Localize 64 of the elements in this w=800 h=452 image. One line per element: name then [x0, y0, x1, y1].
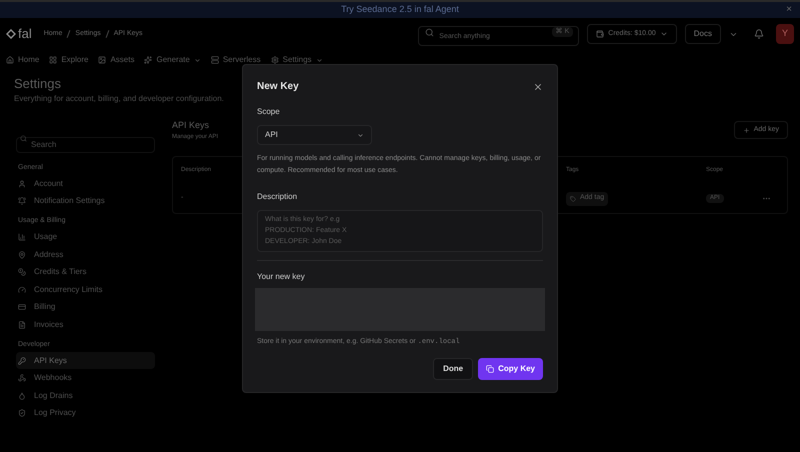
section-title: API Keys [172, 119, 210, 132]
done-button[interactable]: Done [433, 358, 474, 380]
sidebar-item[interactable]: Webhooks [16, 369, 155, 387]
page-subtitle: Everything for account, billing, and developer configuration. [14, 93, 224, 105]
sidebar-item[interactable]: Credits & Tiers [16, 263, 155, 281]
close-icon[interactable] [533, 82, 543, 92]
sidebar-item[interactable]: Usage [16, 228, 155, 246]
webhook-icon [18, 374, 26, 382]
nav-tab[interactable]: Explore [49, 54, 88, 66]
field-label: Description [257, 191, 298, 203]
copy-key-button[interactable]: Copy Key [478, 358, 543, 380]
server-icon [210, 56, 219, 64]
nav-tab[interactable]: Settings [270, 54, 323, 66]
docs-button[interactable]: Docs [684, 24, 721, 44]
field-label: Your new key [257, 271, 305, 283]
logo[interactable]: fal [6, 24, 32, 44]
gear-icon [270, 56, 279, 64]
search-icon [20, 135, 27, 142]
sidebar-item[interactable]: Log Drains [16, 386, 155, 405]
home-icon [6, 56, 14, 64]
nav-tab[interactable]: Generate [144, 54, 201, 66]
sidebar-item[interactable]: Account [16, 175, 155, 193]
search-icon [425, 28, 434, 37]
sidebar-item[interactable]: Address [16, 246, 155, 264]
tag-icon [570, 196, 576, 202]
coins-icon [18, 268, 26, 276]
bar-chart-icon [18, 232, 26, 241]
droplet-icon [18, 392, 26, 400]
document-icon [18, 320, 26, 329]
caret-icon [194, 56, 201, 64]
notifications-icon[interactable] [754, 29, 764, 39]
scope-select[interactable]: API [257, 125, 372, 145]
page-title: Settings [14, 75, 61, 93]
map-pin-icon [18, 250, 26, 259]
sidebar-item[interactable]: Log Privacy [16, 404, 155, 422]
sidebar-item[interactable]: Notification Settings [16, 192, 155, 210]
wallet-icon [596, 30, 604, 38]
image-icon [98, 56, 106, 64]
gauge-icon [18, 286, 26, 294]
user-icon [18, 180, 26, 188]
nav-tab[interactable]: Assets [98, 54, 134, 66]
grid-icon [49, 56, 58, 64]
caret-icon [357, 132, 364, 138]
caret-icon [660, 30, 668, 38]
dialog-title: New Key [257, 80, 299, 94]
caret-icon [316, 56, 323, 64]
close-button[interactable]: × [786, 2, 792, 17]
field-label: Scope [257, 106, 280, 118]
copy-icon [486, 364, 494, 372]
credit-card-icon [18, 303, 26, 312]
sidebar-item[interactable]: Invoices [16, 316, 155, 334]
sidebar-item[interactable]: Concurrency Limits [16, 280, 155, 299]
bell-icon [18, 197, 26, 206]
nav-tab[interactable]: Home [6, 54, 40, 66]
key-icon [18, 356, 26, 365]
avatar[interactable]: Y [776, 24, 794, 44]
banner-text[interactable]: Try Seedance 2.5 in fal Agent [341, 3, 459, 17]
sidebar-item[interactable]: Billing [16, 298, 155, 316]
plus-icon [742, 126, 750, 134]
nav-tab[interactable]: Serverless [210, 54, 261, 66]
sidebar-item[interactable]: API Keys [16, 352, 155, 370]
sparkles-icon [144, 56, 152, 64]
search-field[interactable]: Search [16, 136, 155, 152]
shield-icon [18, 409, 26, 418]
